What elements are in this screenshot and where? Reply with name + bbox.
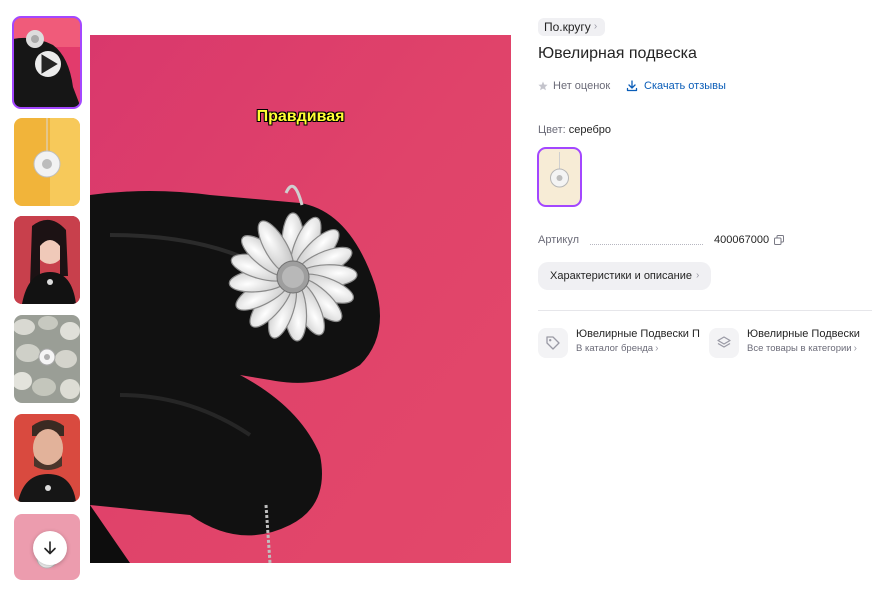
article-dots [590, 244, 703, 245]
thumbnail-5[interactable] [14, 414, 80, 502]
thumbnail-image [14, 118, 80, 206]
swatch-image [538, 148, 581, 206]
category-title: Ювелирные Подвески [747, 328, 860, 340]
color-value: серебро [568, 124, 612, 136]
article-value: 400067000 [714, 234, 770, 246]
category-subtitle: Все товары в категории [747, 343, 852, 354]
chevron-right-icon: › [853, 343, 857, 354]
scroll-down-button[interactable] [33, 531, 67, 565]
color-label: Цвет: серебро [538, 124, 611, 136]
download-icon [626, 80, 638, 92]
article-value-group: 400067000 [714, 234, 785, 246]
thumbnail-3[interactable] [14, 216, 80, 304]
thumbnail-image [14, 315, 80, 403]
article-row: Артикул 400067000 [538, 234, 798, 246]
category-subtitle-row: Все товары в категории › [747, 343, 879, 354]
thumbnail-image [14, 216, 80, 304]
rating-text: Нет оценок [553, 80, 611, 92]
divider [538, 310, 872, 311]
chevron-right-icon: › [593, 21, 598, 32]
download-reviews-link[interactable]: Скачать отзывы [626, 80, 726, 92]
brand-catalog-title: Ювелирные Подвески П [576, 328, 700, 340]
product-title: Ювелирная подвеска [538, 45, 697, 62]
brand-name: По.кругу [544, 20, 591, 34]
brand-catalog-link[interactable]: Ювелирные Подвески П В каталог бренда › [538, 328, 700, 358]
chevron-right-icon: › [655, 343, 659, 354]
layers-icon [709, 328, 739, 358]
copy-icon[interactable] [774, 235, 785, 245]
color-swatch-silver[interactable] [537, 147, 582, 207]
brand-link[interactable]: По.кругу › [538, 18, 606, 36]
brand-catalog-subtitle-row: В каталог бренда › [576, 343, 700, 354]
brand-catalog-text: Ювелирные Подвески П В каталог бренда › [576, 328, 700, 358]
chevron-right-icon: › [696, 270, 700, 281]
thumbnail-video[interactable] [12, 16, 82, 109]
thumbnail-image [14, 414, 80, 502]
play-icon[interactable] [35, 51, 61, 77]
characteristics-label: Характеристики и описание [550, 270, 692, 282]
brand-catalog-subtitle: В каталог бренда [576, 343, 654, 354]
color-label-key: Цвет: [538, 124, 566, 136]
rating: Нет оценок [538, 80, 610, 92]
arrow-down-icon [44, 541, 56, 555]
thumbnail-2[interactable] [14, 118, 80, 206]
star-icon [538, 81, 548, 91]
tag-icon [538, 328, 568, 358]
download-reviews-label: Скачать отзывы [644, 80, 726, 92]
main-product-video[interactable]: Правдивая [90, 35, 511, 563]
article-label: Артикул [538, 234, 580, 246]
video-caption: Правдивая [256, 108, 345, 125]
characteristics-button[interactable]: Характеристики и описание › [538, 262, 712, 290]
category-link[interactable]: Ювелирные Подвески Все товары в категори… [709, 328, 879, 358]
category-text: Ювелирные Подвески Все товары в категори… [747, 328, 879, 358]
thumbnail-4[interactable] [14, 315, 80, 403]
